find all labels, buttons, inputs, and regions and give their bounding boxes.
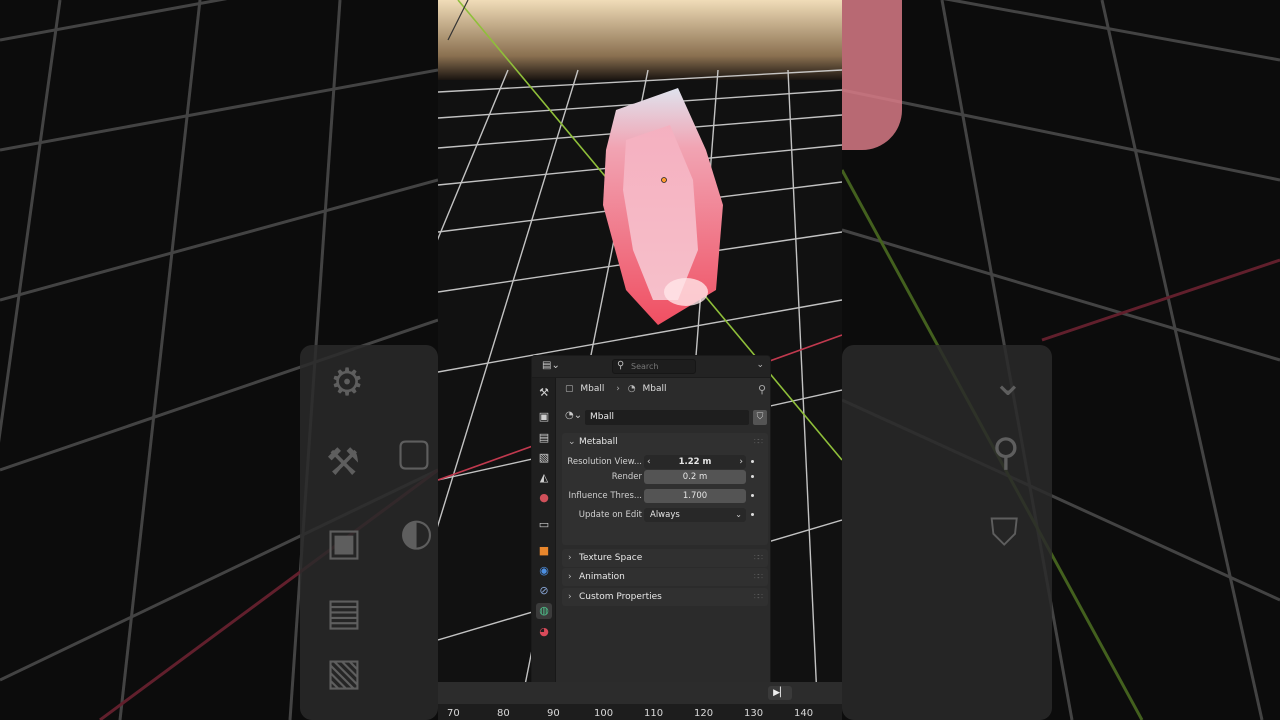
render-tab-icon[interactable]: ▣ — [536, 409, 552, 425]
frame-number: 100 — [594, 708, 614, 719]
search-icon: ⚲ — [617, 360, 625, 371]
frame-number: 90 — [547, 708, 560, 719]
influence-threshold-label: Influence Thres... — [568, 491, 642, 501]
properties-content: ▢ Mball › ◔ Mball ⚲ ◔⌄ Mball ⛉ ⌄ Metabal… — [557, 378, 770, 704]
keyframe-dot-icon[interactable] — [751, 460, 754, 463]
custom-properties-title: Custom Properties — [579, 592, 662, 602]
fake-user-shield-icon[interactable]: ⛉ — [753, 410, 767, 425]
chevron-right-icon: › — [568, 572, 572, 582]
frame-number: 140 — [794, 708, 814, 719]
properties-header: ▤⌄ ⚲ Search ⌄ — [532, 356, 770, 378]
texture-space-title: Texture Space — [579, 553, 643, 563]
metaball-data-tab-icon[interactable]: ◍ — [536, 603, 552, 619]
tool-tab-icon[interactable]: ⚒ — [536, 385, 552, 401]
frame-number: 80 — [497, 708, 510, 719]
object-icon: ▢ — [565, 384, 574, 394]
modifier-tab-icon[interactable]: ◉ — [536, 563, 552, 579]
header-options-chevron-icon[interactable]: ⌄ — [756, 360, 764, 370]
editor-type-button[interactable]: ▤⌄ — [542, 360, 564, 374]
constraint-tab-icon[interactable]: ⊘ — [536, 583, 552, 599]
custom-properties-panel[interactable]: › Custom Properties ∷∷ — [562, 588, 768, 606]
metaball-panel-header[interactable]: ⌄ Metaball ∷∷ — [562, 433, 768, 451]
output-tab-icon[interactable]: ▤ — [536, 430, 552, 446]
chevron-blur-icon: ⌄ — [992, 360, 1024, 404]
crystal-blur — [842, 0, 902, 150]
datablock-selector: ◔⌄ Mball ⛉ — [565, 410, 767, 425]
resolution-viewport-field[interactable]: ‹ 1.22 m › — [644, 455, 746, 469]
view-layer-icon-blur: ▧ — [326, 650, 362, 694]
search-placeholder: Search — [631, 362, 659, 371]
metaball-icon-blur: ◐ — [400, 510, 434, 554]
timeline[interactable]: ▶▏ 70 80 90 100 110 120 130 140 — [438, 682, 842, 720]
animation-title: Animation — [579, 572, 625, 582]
metaball-panel-title: Metaball — [579, 437, 618, 447]
search-input[interactable]: ⚲ Search — [612, 359, 696, 374]
frame-number: 120 — [694, 708, 714, 719]
world-tab-icon[interactable]: ● — [536, 490, 552, 506]
breadcrumb-separator-icon: › — [616, 384, 620, 394]
datablock-browse-button[interactable]: ◔⌄ — [565, 410, 583, 425]
animation-panel[interactable]: › Animation ∷∷ — [562, 568, 768, 586]
shield-blur-icon: ⛉ — [990, 510, 1019, 554]
update-on-edit-row: Update on Edit Always ⌄ — [562, 508, 768, 522]
render-resolution-label: Render — [611, 472, 642, 482]
timeline-header: ▶▏ — [438, 682, 842, 704]
collection-tab-icon[interactable]: ▭ — [536, 517, 552, 533]
metaball-panel: ⌄ Metaball ∷∷ Resolution View... ‹ 1.22 … — [562, 433, 768, 545]
render-resolution-row: Render 0.2 m — [562, 470, 768, 484]
frame-number: 70 — [447, 708, 460, 719]
datablock-name-field[interactable]: Mball — [585, 410, 749, 425]
drag-grip-icon[interactable]: ∷∷ — [754, 568, 763, 586]
keyframe-dot-icon[interactable] — [751, 513, 754, 516]
keyframe-dot-icon[interactable] — [751, 475, 754, 478]
render-resolution-field[interactable]: 0.2 m — [644, 470, 746, 484]
frame-number: 130 — [744, 708, 764, 719]
render-icon-blur: ▣ — [326, 520, 362, 564]
drag-grip-icon[interactable]: ∷∷ — [754, 588, 763, 606]
update-on-edit-dropdown[interactable]: Always ⌄ — [644, 508, 746, 522]
properties-tabs: ⚒ ▣ ▤ ▧ ◭ ● ▭ ■ ◉ ⊘ ◍ ◕ — [532, 378, 556, 704]
jump-to-end-button[interactable]: ▶▏ — [768, 686, 792, 700]
breadcrumb: ▢ Mball › ◔ Mball — [565, 384, 670, 400]
chevron-down-icon: ⌄ — [735, 510, 742, 519]
chevron-down-icon: ⌄ — [568, 437, 576, 447]
drag-grip-icon[interactable]: ∷∷ — [754, 433, 763, 451]
output-icon-blur: ▤ — [326, 590, 362, 634]
resolution-viewport-label: Resolution View... — [567, 457, 642, 467]
view-layer-tab-icon[interactable]: ▧ — [536, 450, 552, 466]
object-icon-blur: ▢ — [396, 430, 432, 474]
pin-icon[interactable]: ⚲ — [758, 383, 766, 396]
chevron-right-icon: › — [568, 553, 572, 563]
chevron-right-icon: › — [568, 592, 572, 602]
resolution-viewport-row: Resolution View... ‹ 1.22 m › — [562, 455, 768, 469]
editor-type-icon-blur: ⚙ — [330, 360, 365, 404]
update-on-edit-label: Update on Edit — [578, 510, 642, 520]
material-tab-icon[interactable]: ◕ — [536, 624, 552, 640]
object-origin-icon — [661, 177, 667, 183]
increment-arrow-icon[interactable]: › — [739, 455, 743, 469]
update-on-edit-value: Always — [650, 510, 680, 520]
influence-threshold-row: Influence Thres... 1.700 — [562, 489, 768, 503]
resolution-viewport-value: 1.22 m — [678, 457, 712, 467]
scene-tab-icon[interactable]: ◭ — [536, 470, 552, 486]
influence-threshold-field[interactable]: 1.700 — [644, 489, 746, 503]
frame-number: 110 — [644, 708, 664, 719]
object-tab-icon[interactable]: ■ — [536, 543, 552, 559]
breadcrumb-object: Mball — [580, 384, 605, 394]
metaball-icon: ◔ — [627, 384, 636, 394]
properties-editor[interactable]: ▤⌄ ⚲ Search ⌄ ⚒ ▣ ▤ ▧ ◭ ● ▭ ■ ◉ ⊘ ◍ ◕ ▢ … — [531, 355, 771, 705]
breadcrumb-data: Mball — [642, 384, 667, 394]
keyframe-dot-icon[interactable] — [751, 494, 754, 497]
drag-grip-icon[interactable]: ∷∷ — [754, 549, 763, 567]
background-blur-right: ⌄ ⚲ ⛉ — [842, 0, 1280, 720]
background-blur-left: ⚙ ⚒ ▣ ▤ ▧ ▢ ◐ — [0, 0, 438, 720]
texture-space-panel[interactable]: › Texture Space ∷∷ — [562, 549, 768, 567]
pin-blur-icon: ⚲ — [992, 430, 1020, 474]
tool-icon-blur: ⚒ — [326, 440, 361, 484]
decrement-arrow-icon[interactable]: ‹ — [647, 455, 651, 469]
